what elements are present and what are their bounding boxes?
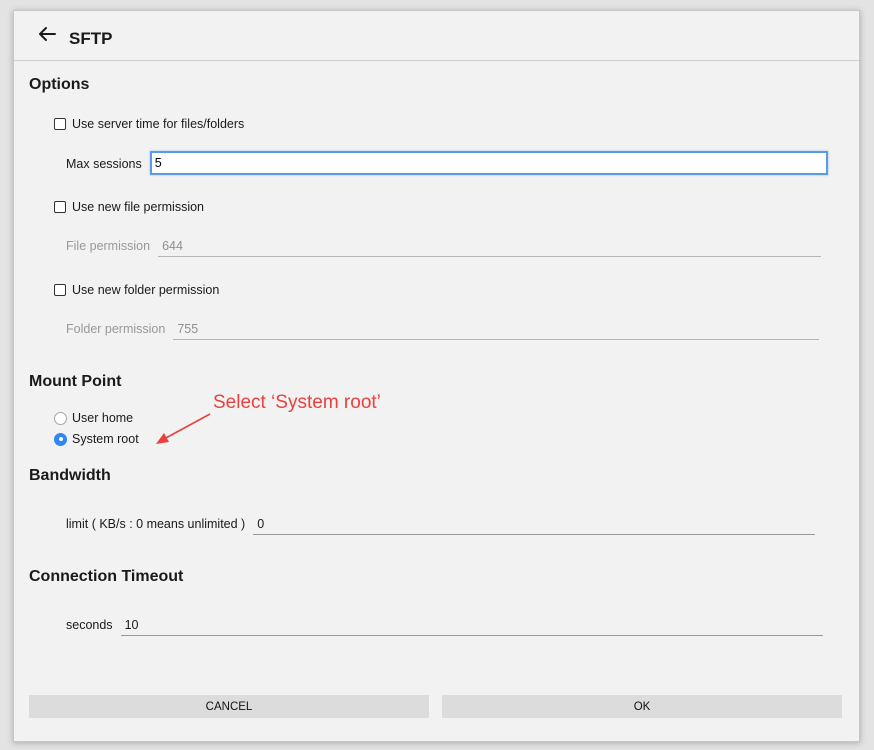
system-root-radio-button[interactable]: [54, 432, 67, 446]
folder-permission-row: Folder permission: [66, 320, 820, 340]
bandwidth-limit-label: limit ( KB/s : 0 means unlimited ): [66, 517, 246, 531]
file-permission-label: File permission: [66, 239, 151, 253]
server-time-checkbox[interactable]: [54, 118, 66, 130]
server-time-label: Use server time for files/folders: [72, 117, 245, 131]
max-sessions-input[interactable]: [149, 151, 828, 175]
arrow-left-icon[interactable]: [36, 23, 58, 45]
radio-system-root[interactable]: System root: [54, 432, 139, 446]
timeout-seconds-input[interactable]: [120, 616, 823, 636]
bandwidth-limit-input[interactable]: [253, 515, 816, 535]
annotation-text: Select ‘System root’: [213, 392, 381, 413]
new-folder-permission-checkbox[interactable]: [54, 284, 66, 296]
sftp-dialog: SFTP Options Use server time for files/f…: [13, 10, 860, 742]
bandwidth-heading: Bandwidth: [29, 467, 111, 484]
max-sessions-row: Max sessions: [66, 151, 828, 175]
annotation-arrow-icon: [156, 413, 211, 444]
new-file-permission-checkbox[interactable]: [54, 201, 66, 213]
folder-permission-input[interactable]: [173, 320, 820, 340]
new-folder-permission-label: Use new folder permission: [72, 283, 220, 297]
radio-user-home[interactable]: User home: [54, 411, 133, 425]
user-home-radio-button[interactable]: [54, 411, 67, 425]
cancel-button[interactable]: CANCEL: [29, 695, 429, 718]
file-permission-row: File permission: [66, 237, 822, 257]
page-title: SFTP: [69, 29, 113, 48]
server-time-checkbox-row[interactable]: Use server time for files/folders: [54, 117, 244, 131]
timeout-seconds-label: seconds: [66, 618, 113, 632]
options-heading: Options: [29, 76, 90, 93]
new-file-permission-checkbox-row[interactable]: Use new file permission: [54, 200, 204, 214]
max-sessions-label: Max sessions: [66, 157, 142, 171]
connection-timeout-heading: Connection Timeout: [29, 568, 184, 585]
title-bar: SFTP: [14, 11, 859, 61]
new-file-permission-label: Use new file permission: [72, 200, 204, 214]
new-folder-permission-checkbox-row[interactable]: Use new folder permission: [54, 283, 219, 297]
user-home-label: User home: [72, 411, 134, 425]
mount-point-heading: Mount Point: [29, 373, 122, 390]
timeout-seconds-row: seconds: [66, 616, 823, 636]
system-root-label: System root: [72, 432, 139, 446]
bandwidth-limit-row: limit ( KB/s : 0 means unlimited ): [66, 515, 816, 535]
ok-button[interactable]: OK: [442, 695, 842, 718]
file-permission-input[interactable]: [158, 237, 822, 257]
folder-permission-label: Folder permission: [66, 322, 166, 336]
